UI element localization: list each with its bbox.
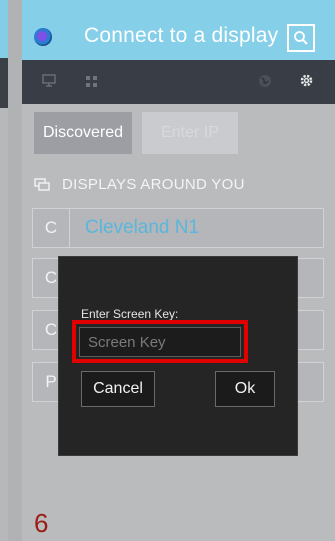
grid-icon[interactable] bbox=[86, 75, 98, 93]
screen-key-label: Enter Screen Key: bbox=[81, 307, 179, 321]
section-title: DISPLAYS AROUND YOU bbox=[62, 176, 245, 193]
ok-button[interactable]: Ok bbox=[215, 371, 275, 407]
app-logo-icon bbox=[34, 28, 52, 46]
globe-icon[interactable] bbox=[258, 74, 272, 93]
tab-discovered[interactable]: Discovered bbox=[34, 112, 132, 154]
section-header: DISPLAYS AROUND YOU bbox=[34, 176, 245, 193]
gear-icon[interactable] bbox=[299, 73, 314, 93]
display-name: Cleveland N1 bbox=[85, 217, 200, 238]
displays-icon bbox=[34, 177, 50, 191]
highlight-box bbox=[72, 320, 248, 363]
page-number: 6 bbox=[34, 508, 49, 538]
display-initial: C bbox=[33, 209, 70, 247]
panel-gap bbox=[8, 0, 22, 541]
background-panel-toolbar bbox=[0, 58, 8, 108]
toolbar bbox=[22, 60, 335, 104]
screen-key-dialog: Enter Screen Key: Cancel Ok bbox=[58, 256, 298, 456]
cancel-button[interactable]: Cancel bbox=[81, 371, 155, 407]
monitor-icon[interactable] bbox=[42, 74, 56, 92]
app-title: Connect to a display bbox=[84, 24, 279, 47]
background-panel-left bbox=[0, 0, 8, 541]
display-row[interactable]: C Cleveland N1 bbox=[32, 208, 324, 248]
background-panel-header bbox=[0, 0, 8, 58]
tab-enter-ip[interactable]: Enter IP bbox=[142, 112, 238, 154]
search-icon bbox=[294, 31, 308, 45]
search-button[interactable] bbox=[287, 24, 315, 52]
